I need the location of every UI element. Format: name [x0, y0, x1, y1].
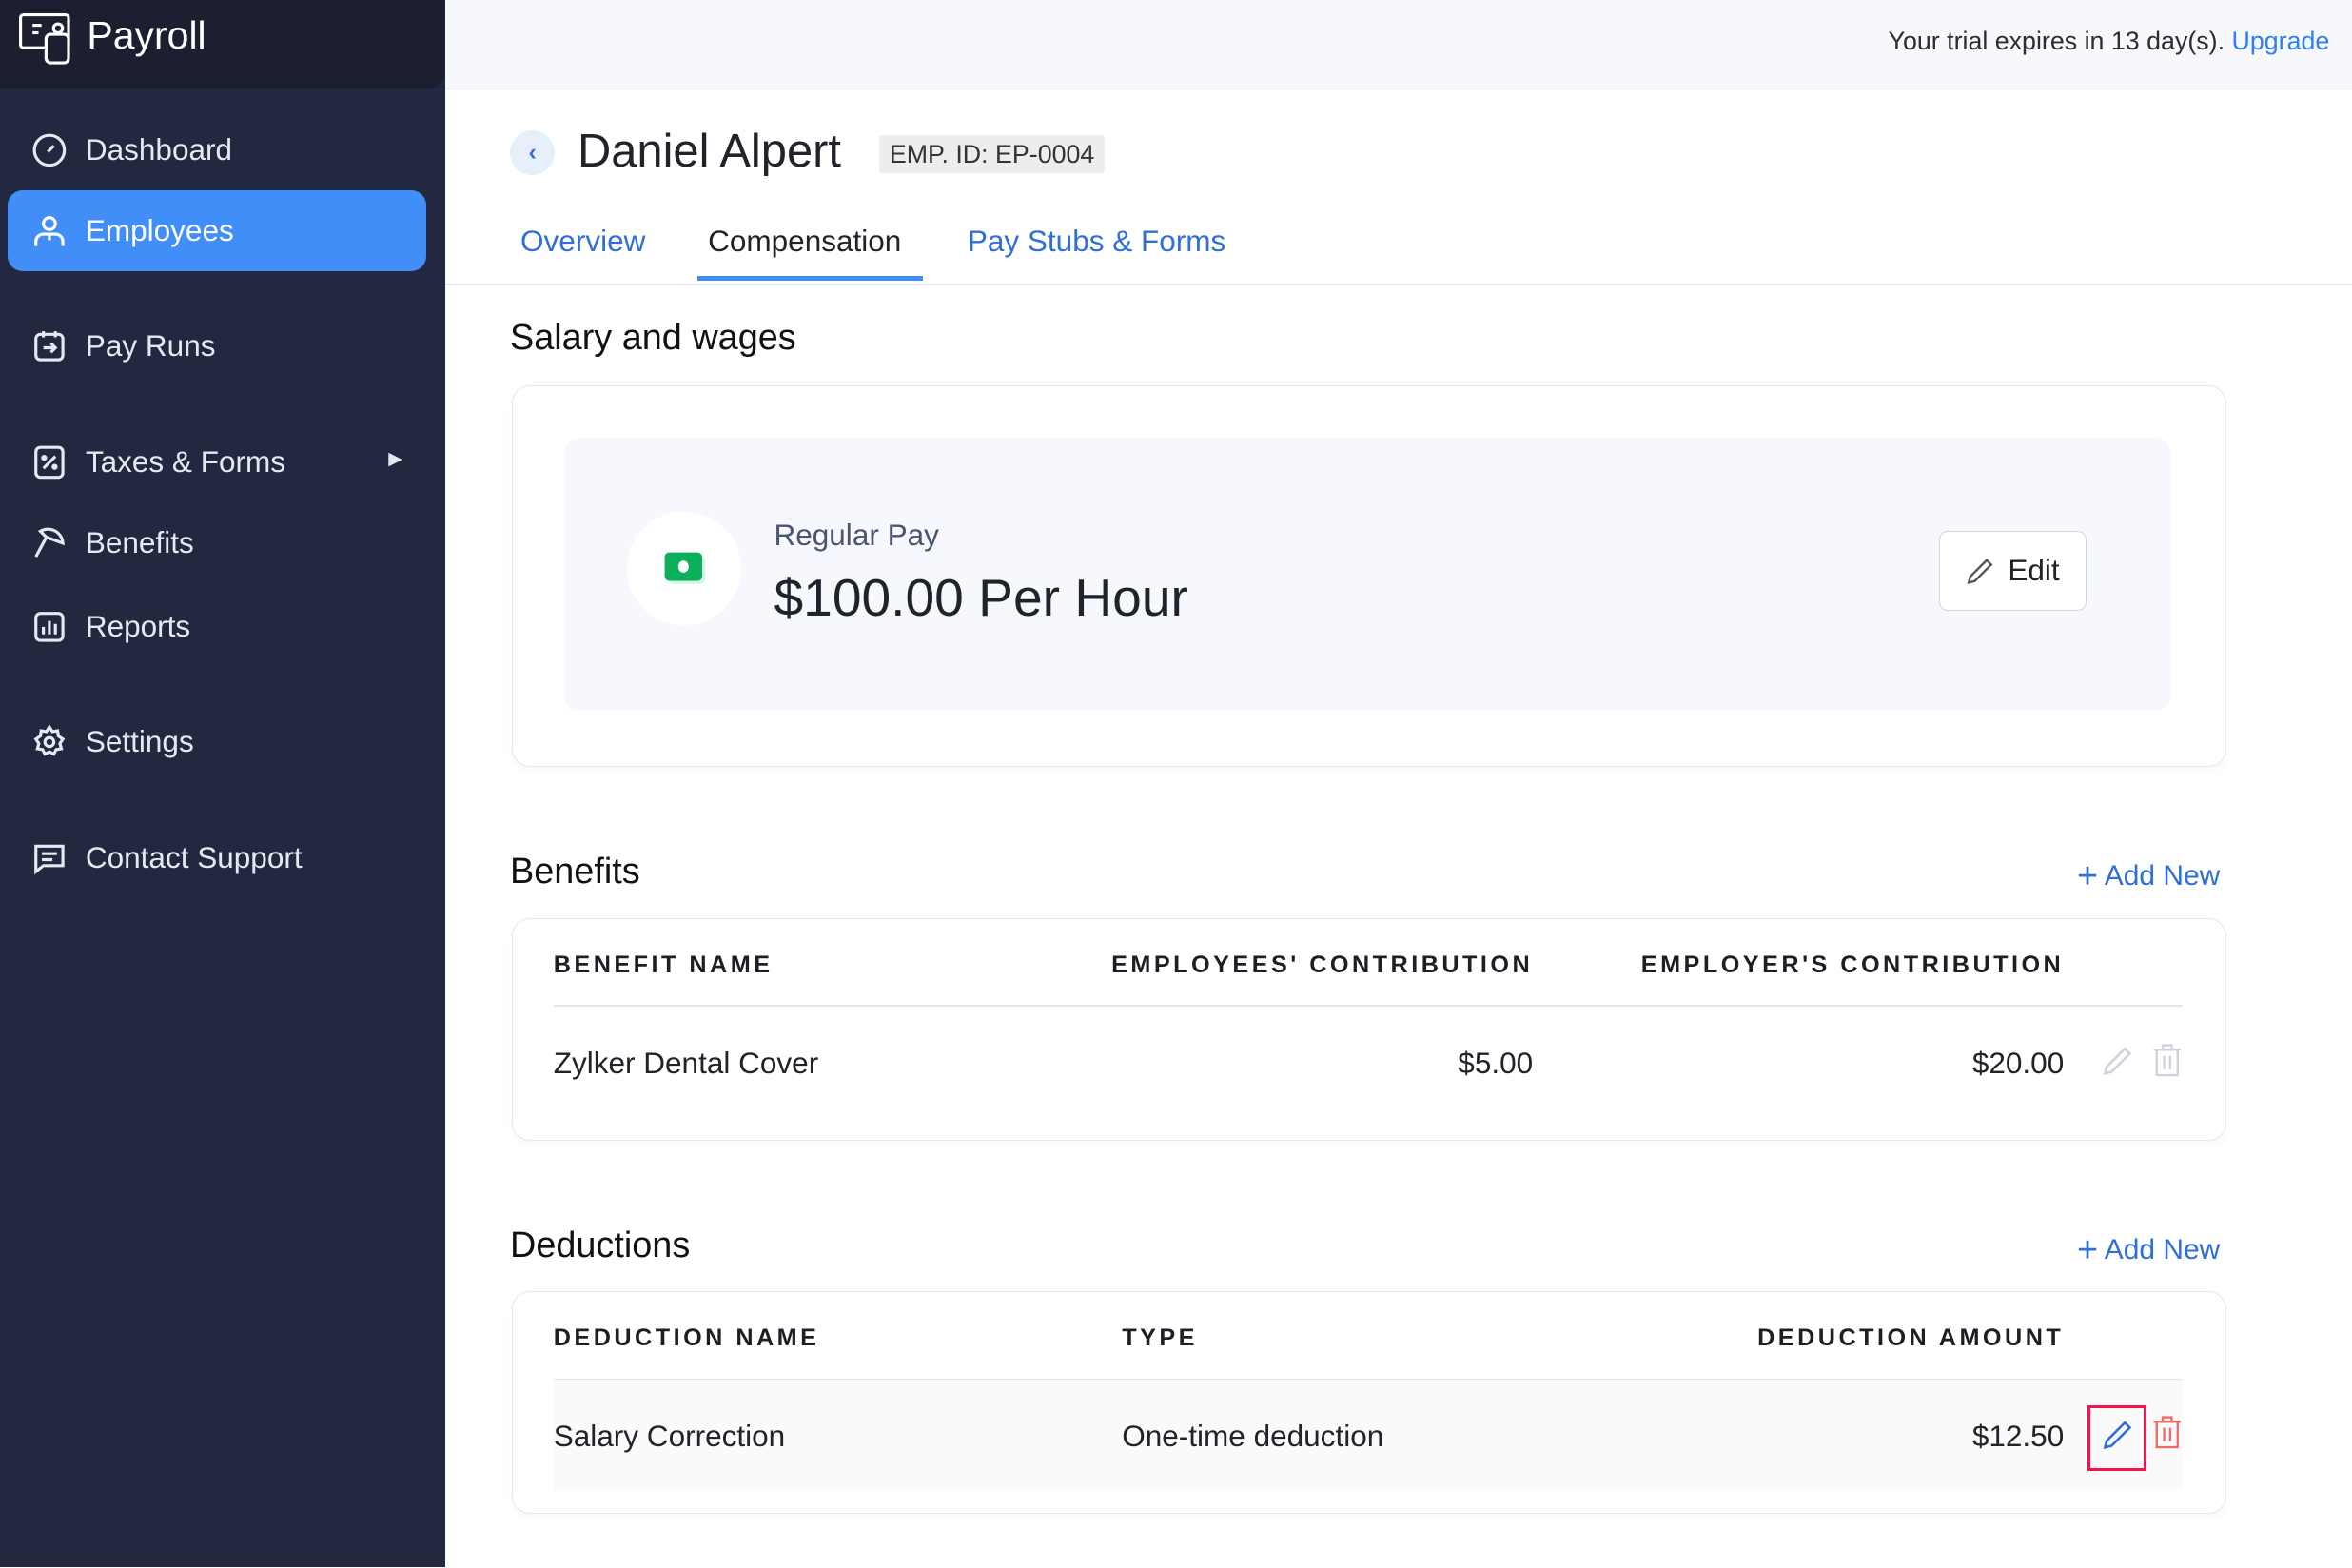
deduction-name: Salary Correction [553, 1419, 786, 1454]
deductions-heading: Deductions [510, 1225, 691, 1265]
sidebar-item-label: Dashboard [85, 131, 233, 167]
chat-icon [34, 844, 65, 875]
sidebar-item-employees[interactable]: Employees [7, 190, 426, 272]
chevron-left-icon: ‹ [528, 139, 537, 167]
sidebar-item-label: Settings [85, 724, 194, 759]
tab-compensation[interactable]: Compensation [708, 224, 901, 259]
edit-benefit-pencil-icon[interactable] [2102, 1044, 2135, 1077]
tax-icon [34, 445, 65, 479]
sidebar-item-label: Reports [85, 609, 191, 644]
brand-header: Payroll [0, 0, 444, 88]
benefit-name: Zylker Dental Cover [553, 1045, 819, 1080]
delete-benefit-trash-icon[interactable] [2152, 1044, 2183, 1077]
sidebar: Payroll Dashboard Employees Pay Runs Tax… [0, 0, 446, 1568]
employer-contribution: $20.00 [1971, 1045, 2065, 1080]
employee-name: Daniel Alpert [577, 125, 841, 177]
caret-right-icon: ▶ [388, 449, 402, 470]
tab-divider [445, 283, 2352, 285]
deduction-amount: $12.50 [1971, 1419, 2065, 1454]
column-header: DEDUCTION AMOUNT [1757, 1324, 2065, 1352]
sidebar-item-benefits[interactable]: Benefits [8, 502, 426, 583]
column-header: EMPLOYER'S CONTRIBUTION [1640, 951, 2065, 978]
tab-pay-stubs-forms[interactable]: Pay Stubs & Forms [968, 224, 1225, 259]
add-new-label: Add New [2104, 1233, 2221, 1265]
tab-overview[interactable]: Overview [520, 224, 645, 259]
umbrella-icon [34, 527, 65, 558]
payroll-logo-icon [19, 13, 71, 65]
header-divider [553, 1005, 2183, 1007]
employee-id-badge: EMP. ID: EP-0004 [878, 134, 1106, 174]
plus-icon: + [2076, 1229, 2099, 1270]
sidebar-item-dashboard[interactable]: Dashboard [8, 109, 426, 190]
active-tab-indicator [697, 276, 923, 281]
bar-chart-icon [34, 612, 65, 642]
money-icon-circle [626, 511, 741, 626]
back-button[interactable]: ‹ [510, 130, 556, 176]
add-benefit-button[interactable]: + Add New [2077, 856, 2220, 897]
gauge-icon [32, 133, 67, 167]
sidebar-item-pay-runs[interactable]: Pay Runs [8, 306, 426, 387]
salary-heading: Salary and wages [510, 318, 796, 359]
sidebar-item-contact-support[interactable]: Contact Support [8, 817, 426, 898]
money-icon [664, 552, 705, 584]
sidebar-item-label: Taxes & Forms [85, 443, 285, 479]
trial-notice: Your trial expires in 13 day(s). Upgrade [1889, 27, 2330, 56]
sidebar-item-reports[interactable]: Reports [8, 586, 426, 667]
plus-icon: + [2076, 856, 2099, 897]
sidebar-item-label: Employees [85, 212, 234, 247]
sidebar-item-label: Benefits [85, 524, 194, 559]
pay-runs-icon [34, 331, 65, 362]
trial-text: Your trial expires in 13 day(s). [1888, 27, 2225, 56]
employee-contribution: $5.00 [1458, 1045, 1534, 1080]
column-header: TYPE [1122, 1324, 1198, 1352]
regular-pay-amount: $100.00 Per Hour [774, 567, 1188, 627]
sidebar-item-settings[interactable]: Settings [8, 702, 426, 783]
app-title: Payroll [87, 13, 206, 58]
add-new-label: Add New [2104, 860, 2221, 892]
gear-icon [33, 724, 66, 757]
edit-salary-button[interactable]: Edit [1939, 531, 2087, 612]
top-bar: Your trial expires in 13 day(s). Upgrade [445, 0, 2352, 89]
column-header: DEDUCTION NAME [553, 1324, 820, 1352]
pencil-icon [1967, 559, 1993, 585]
add-deduction-button[interactable]: + Add New [2077, 1230, 2220, 1271]
sidebar-item-taxes-forms[interactable]: Taxes & Forms ▶ [8, 421, 426, 502]
column-header: EMPLOYEES' CONTRIBUTION [1111, 951, 1534, 978]
app-root: Payroll Dashboard Employees Pay Runs Tax… [0, 0, 2352, 1568]
user-icon [34, 215, 65, 246]
upgrade-link[interactable]: Upgrade [2232, 27, 2330, 55]
deduction-type: One-time deduction [1122, 1419, 1384, 1454]
delete-deduction-trash-icon[interactable] [2152, 1416, 2183, 1449]
column-header: BENEFIT NAME [553, 951, 774, 978]
benefits-heading: Benefits [510, 852, 640, 892]
edit-label: Edit [2008, 553, 2060, 588]
sidebar-item-label: Pay Runs [85, 328, 216, 363]
regular-pay-label: Regular Pay [774, 517, 939, 552]
sidebar-item-label: Contact Support [85, 839, 303, 874]
edit-deduction-pencil-icon[interactable] [2102, 1418, 2135, 1451]
